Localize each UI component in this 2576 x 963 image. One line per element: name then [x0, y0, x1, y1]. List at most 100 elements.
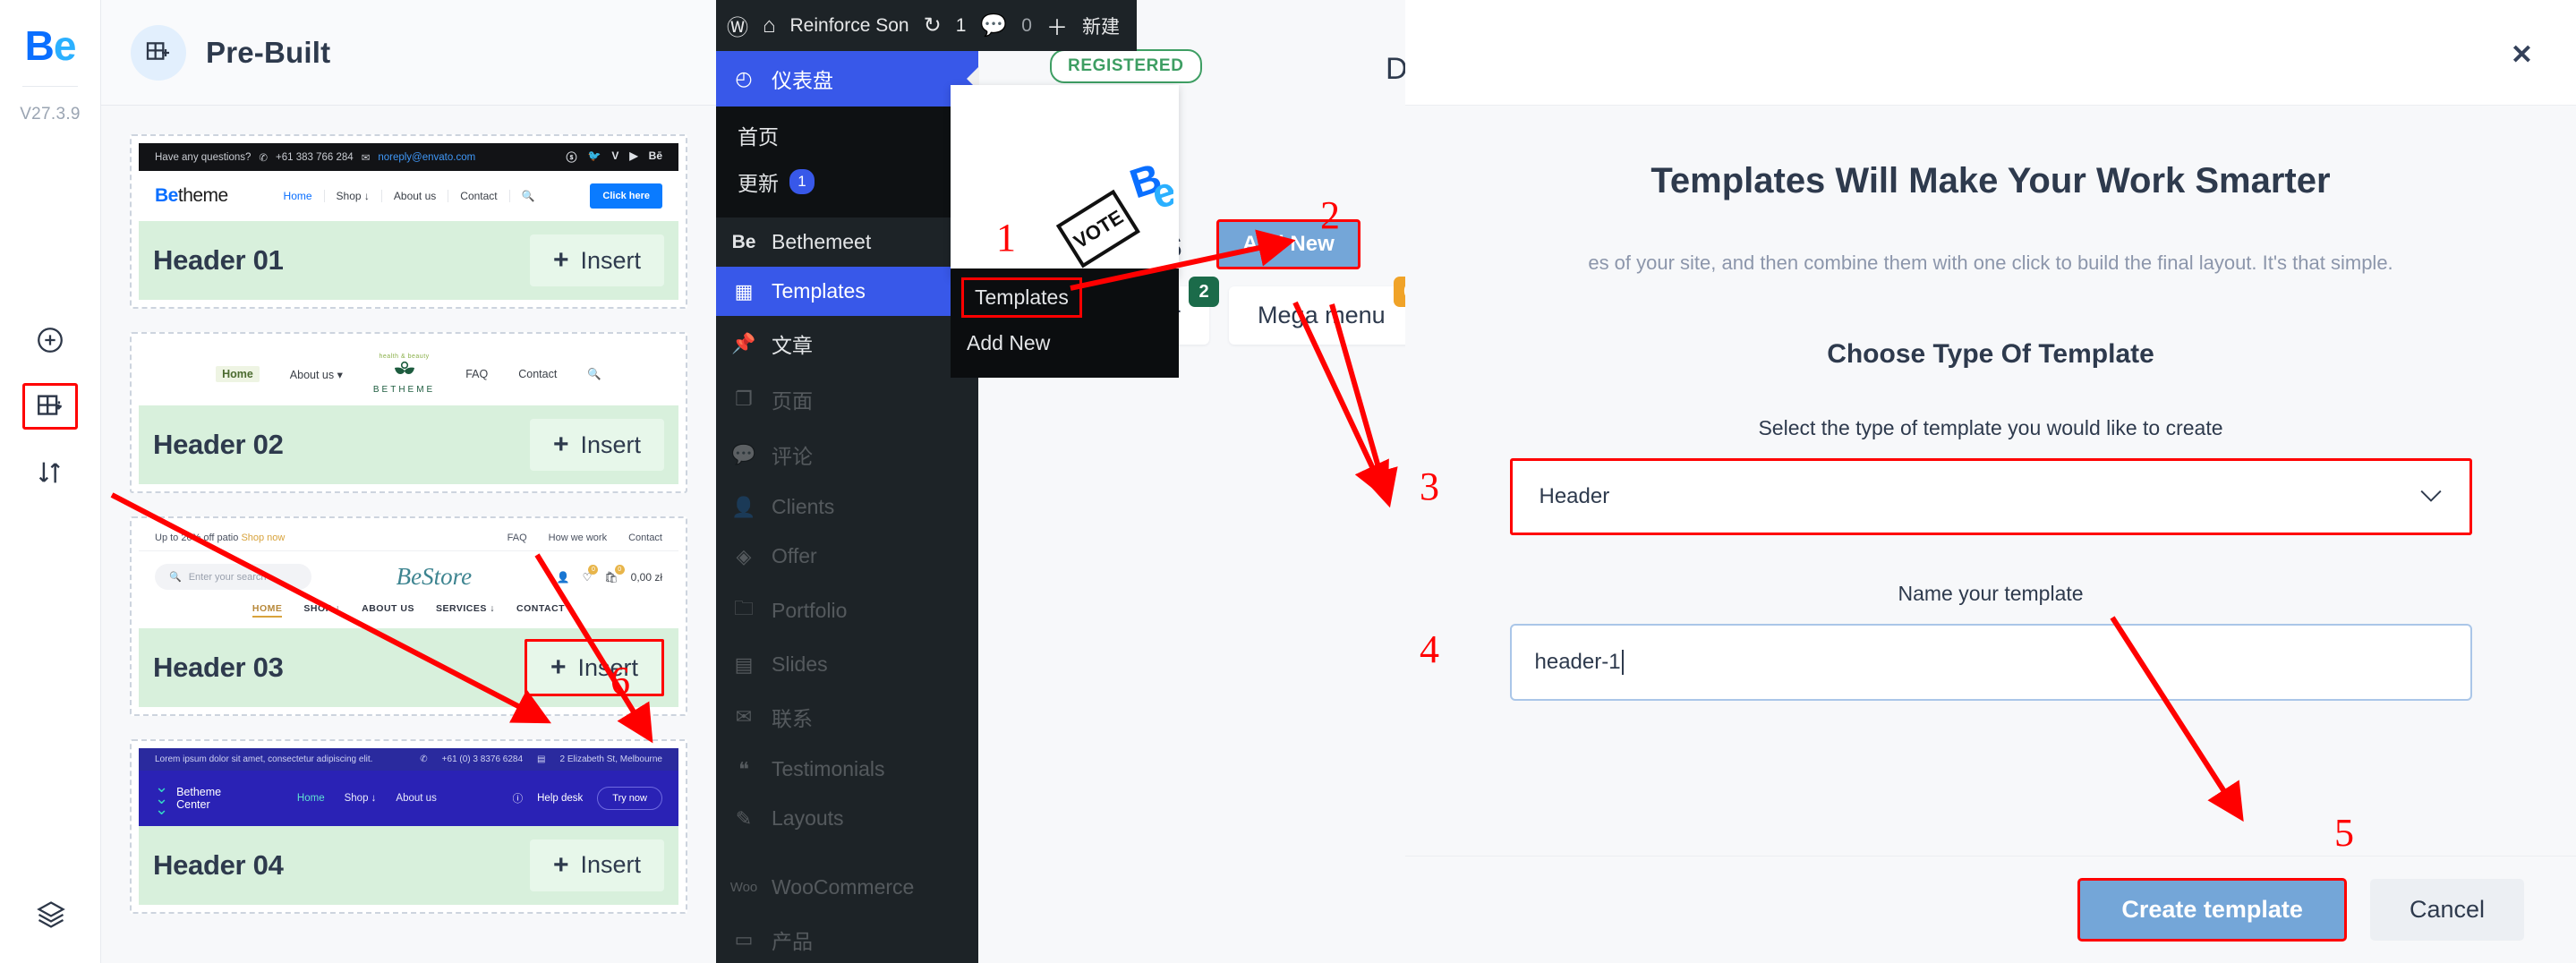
sidebar-item-dashboard[interactable]: ◴ 仪表盘	[716, 51, 978, 107]
sidebar-item-betheme[interactable]: Be Bethemeet	[716, 217, 978, 267]
nav-link: ABOUT US	[362, 603, 414, 614]
sidebar-item-layouts[interactable]: ✎ Layouts	[716, 794, 978, 843]
nav-link: FAQ	[465, 368, 489, 380]
pin-icon: 📌	[731, 332, 756, 354]
dashboard-icon: ◴	[735, 67, 753, 89]
nav-link: Home	[296, 792, 325, 804]
create-template-button[interactable]: Create template	[2077, 878, 2347, 942]
sidebar-item-slides[interactable]: ▤ Slides	[716, 640, 978, 689]
update-icon[interactable]: ↻	[924, 13, 942, 38]
new-label[interactable]: 新建	[1082, 13, 1120, 39]
nav-link: Shop ↓	[344, 792, 377, 804]
sidebar-item-testimonials[interactable]: ❝ Testimonials	[716, 745, 978, 794]
plus-icon: +	[552, 849, 569, 880]
sidebar-item-clients[interactable]: 👤 Clients	[716, 482, 978, 532]
twitter-icon: 🐦	[587, 149, 601, 162]
skype-icon: ⓢ	[566, 151, 577, 164]
plus-circle-icon[interactable]	[27, 317, 73, 363]
map-icon: ▤	[537, 754, 546, 764]
pencil-icon: ✎	[735, 806, 753, 830]
sort-arrows-icon[interactable]	[27, 449, 73, 496]
templates-icon: ▦	[734, 279, 754, 303]
card-footer: Header 03 + Insert	[139, 628, 678, 707]
template-name-input[interactable]: header-1	[1509, 624, 2472, 701]
header-01-preview: Have any questions? ✆ +61 383 766 284 ✉ …	[139, 143, 678, 221]
mail-icon: ✉	[361, 152, 371, 164]
sidebar-item-label: 联系	[772, 707, 813, 730]
sidebar-item-label: WooCommerce	[772, 875, 915, 899]
grid-add-icon[interactable]	[22, 383, 78, 430]
pages-icon: ❐	[735, 388, 753, 410]
comment-icon[interactable]: 💬	[980, 13, 1007, 38]
cart-icon: 🛍 0	[604, 564, 625, 584]
insert-button[interactable]: + Insert	[529, 419, 664, 471]
comment-count: 0	[1021, 14, 1032, 36]
promo-link: Shop now	[241, 533, 286, 543]
prebuilt-card[interactable]: Have any questions? ✆ +61 383 766 284 ✉ …	[130, 134, 687, 309]
sidebar-item-woocommerce[interactable]: Woo WooCommerce	[716, 863, 978, 912]
header-04-preview: Lorem ipsum dolor sit amet, consectetur …	[139, 748, 678, 826]
preview-nav: ⌄ ⌄ ⌄ Betheme Center Home Shop ↓ About us ⓘ…	[139, 771, 678, 826]
sidebar-item-label: 首页	[738, 125, 779, 149]
sidebar-item-home[interactable]: 首页	[716, 112, 978, 158]
sidebar-item-comments[interactable]: 💬 评论	[716, 427, 978, 482]
sidebar-item-templates[interactable]: ▦ Templates	[716, 267, 978, 316]
sidebar-item-products[interactable]: ▭ 产品	[716, 912, 978, 963]
annotation-marker-2: 2	[1320, 193, 1340, 237]
text-caret	[1621, 650, 1624, 675]
header-02-preview: Home About us ▾ health & beauty BETHEME …	[139, 341, 678, 405]
preview-nav: Betheme Home Shop ↓ About us Contact 🔍 C…	[139, 171, 678, 221]
plus-icon[interactable]: ＋	[1046, 10, 1068, 41]
sidebar-item-contact[interactable]: ✉ 联系	[716, 689, 978, 745]
close-icon[interactable]: ✕	[2511, 39, 2533, 71]
sidebar-item-pages[interactable]: ❐ 页面	[716, 371, 978, 427]
card-footer: Header 04 + Insert	[139, 825, 678, 905]
wordpress-icon[interactable]: Ⓦ	[727, 10, 748, 41]
woo-icon: Woo	[729, 880, 758, 895]
nav-link: Contact	[628, 533, 662, 543]
prebuilt-panel: Pre-Built Have any questions? ✆ +61 383 …	[101, 0, 716, 963]
prebuilt-card[interactable]: Up to 20% off patio Shop now FAQ How we …	[130, 516, 687, 716]
home-icon[interactable]: ⌂	[763, 13, 776, 38]
plus-icon: +	[550, 652, 567, 682]
preview-midbar: 🔍 Enter your search BeStore 👤 ♡ 0 🛍 0 0,00…	[139, 551, 678, 596]
search-icon: 🔍	[587, 367, 601, 380]
nav-link: CONTACT	[516, 603, 566, 614]
wp-sidebar-menu: ◴ 仪表盘 首页 更新 1 Be Bethemeet ▦ Templates 📌…	[716, 51, 978, 963]
sidebar-item-offer[interactable]: ◈ Offer	[716, 532, 978, 581]
preview-question: Have any questions?	[155, 151, 252, 163]
vote-badge-icon: VOTE B e	[1055, 158, 1173, 268]
site-name[interactable]: Reinforce Son	[790, 15, 909, 37]
preview-logo: BeStore	[396, 563, 473, 590]
cancel-button[interactable]: Cancel	[2369, 879, 2524, 941]
be-vote-popup[interactable]: VOTE B e	[951, 85, 1179, 277]
flyout-item-add-new[interactable]: Add New	[951, 321, 1179, 365]
annotation-marker-1: 1	[996, 216, 1016, 260]
prebuilt-card-list: Have any questions? ✆ +61 383 766 284 ✉ …	[101, 106, 716, 914]
template-type-field: Select the type of template you would li…	[1509, 416, 2472, 535]
nav-link: Home	[216, 366, 260, 382]
template-type-select[interactable]: Header	[1509, 458, 2472, 535]
sidebar-item-label: 评论	[772, 445, 813, 468]
preview-cta-button: Try now	[597, 786, 662, 810]
screen-root: Be V27.3.9 Pre-Built Have any questions?…	[0, 0, 2576, 963]
insert-button[interactable]: + Insert	[529, 839, 664, 891]
help-link: Help desk	[537, 792, 584, 804]
nav-link: Home	[272, 190, 325, 202]
sidebar-item-updates[interactable]: 更新 1	[716, 158, 978, 205]
address-text: 2 Elizabeth St, Melbourne	[559, 754, 662, 764]
layers-icon[interactable]	[0, 899, 101, 931]
search-field: 🔍 Enter your search	[155, 564, 311, 590]
prebuilt-card[interactable]: Lorem ipsum dolor sit amet, consectetur …	[130, 739, 687, 914]
sidebar-item-posts[interactable]: 📌 文章	[716, 316, 978, 371]
cart-total: 0,00 zł	[630, 570, 662, 584]
sidebar-item-portfolio[interactable]: 🗀 Portfolio	[716, 581, 978, 640]
preview-email: noreply@envato.com	[378, 151, 476, 163]
prebuilt-card[interactable]: Home About us ▾ health & beauty BETHEME …	[130, 332, 687, 493]
sidebar-item-label: Templates	[772, 279, 866, 303]
insert-button[interactable]: + Insert	[524, 639, 664, 696]
flyout-item-templates[interactable]: Templates	[961, 277, 1082, 318]
templates-flyout-menu: Templates Add New	[951, 268, 1179, 378]
search-icon: 🔍	[521, 190, 535, 202]
insert-button[interactable]: + Insert	[529, 234, 664, 286]
